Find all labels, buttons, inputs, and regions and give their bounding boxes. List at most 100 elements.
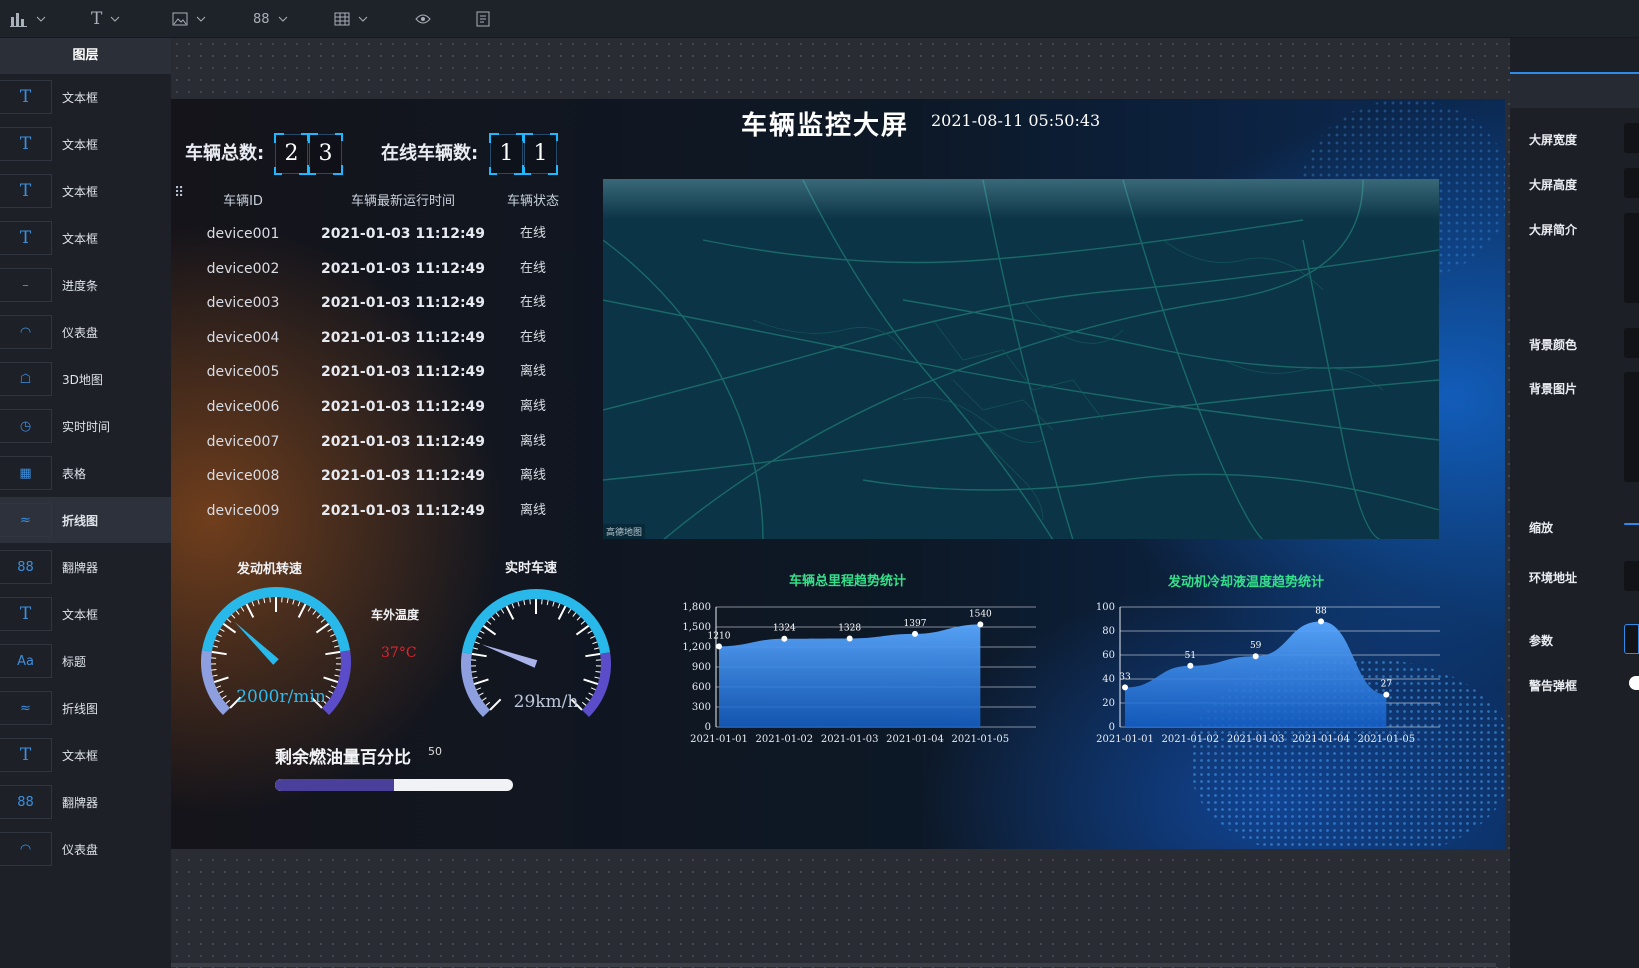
- chevron-down-icon: [278, 16, 287, 22]
- property-input[interactable]: [1624, 523, 1639, 525]
- table-cell: 2021-01-03 11:12:49: [320, 364, 486, 381]
- data-point[interactable]: [1122, 684, 1128, 691]
- speed-gauge-title: 实时车速: [505, 561, 558, 576]
- online-vehicles-label[interactable]: 在线车辆数:: [381, 139, 478, 165]
- gauge-minor-tick: [216, 633, 222, 637]
- table-cell: 在线: [519, 260, 546, 276]
- layer-item[interactable]: ◠ 仪表盘: [0, 309, 171, 355]
- layer-item[interactable]: Aa 标题: [0, 638, 171, 684]
- layer-item[interactable]: ▦ 表格: [0, 450, 171, 496]
- table-row[interactable]: device001 2021-01-03 11:12:49 在线: [183, 219, 593, 249]
- gauge-tick: [471, 652, 487, 658]
- data-point[interactable]: [781, 635, 788, 642]
- data-point[interactable]: [846, 635, 853, 642]
- layer-item[interactable]: ≈ 折线图: [0, 685, 171, 731]
- table-cell: 在线: [519, 329, 546, 345]
- 3d-map[interactable]: [603, 179, 1439, 539]
- property-input[interactable]: [1624, 168, 1639, 198]
- image-menu-button[interactable]: [172, 7, 206, 31]
- x-tick-label: 2021-01-01: [1096, 734, 1154, 745]
- gauge-minor-tick: [218, 690, 224, 694]
- y-tick-label: 20: [1102, 698, 1115, 709]
- property-input[interactable]: [1624, 624, 1639, 654]
- online-digit[interactable]: 1: [489, 133, 524, 175]
- table-menu-button[interactable]: [334, 7, 368, 31]
- table-row[interactable]: device004 2021-01-03 11:12:49 在线: [183, 323, 593, 353]
- layer-item[interactable]: T 文本框: [0, 74, 171, 120]
- layer-item-label: 折线图: [62, 513, 99, 528]
- fuel-progress-bar[interactable]: [275, 779, 513, 791]
- x-tick-label: 2021-01-01: [690, 734, 748, 745]
- y-tick-label: 1,200: [682, 642, 711, 653]
- property-input[interactable]: [1624, 372, 1639, 482]
- table-cell: device004: [206, 329, 280, 346]
- layer-item[interactable]: ◷ 实时时间: [0, 403, 171, 449]
- total-digit[interactable]: 2: [274, 133, 309, 175]
- layer-item[interactable]: ☖ 3D地图: [0, 356, 171, 402]
- y-tick-label: 0: [705, 722, 711, 733]
- data-label: 1210: [708, 631, 731, 641]
- property-input[interactable]: [1624, 328, 1639, 358]
- text-menu-button[interactable]: T: [91, 7, 120, 31]
- gauge-tick: [505, 605, 515, 620]
- layer-item[interactable]: T 文本框: [0, 168, 171, 214]
- table-row[interactable]: device002 2021-01-03 11:12:49 在线: [183, 254, 593, 284]
- data-point[interactable]: [1318, 618, 1325, 625]
- mileage-area-chart[interactable]: 03006009001,2001,5001,80012102021-01-011…: [671, 594, 1051, 754]
- flip-menu-button[interactable]: 88: [253, 7, 288, 31]
- gauge-tick: [473, 678, 489, 686]
- chart-menu-button[interactable]: [10, 7, 46, 31]
- total-vehicles-label[interactable]: 车辆总数:: [185, 139, 264, 165]
- table-row[interactable]: device005 2021-01-03 11:12:49 离线: [183, 357, 593, 387]
- coolant-area-chart[interactable]: 0 20 40 60 80 100 33 2021-01-01 51 2021-01-02 59 20…: [1076, 594, 1456, 754]
- text-icon: T: [0, 738, 52, 772]
- data-point[interactable]: [1252, 653, 1259, 660]
- horizontal-scrollbar[interactable]: [171, 963, 1496, 967]
- outside-temp-value[interactable]: 37°C: [381, 645, 417, 661]
- notes-button[interactable]: [476, 7, 490, 31]
- layer-item[interactable]: T 文本框: [0, 121, 171, 167]
- layer-item[interactable]: 88 翻牌器: [0, 779, 171, 825]
- layer-item[interactable]: ≈ 折线图: [0, 497, 171, 543]
- data-point[interactable]: [1187, 662, 1194, 669]
- data-point[interactable]: [912, 630, 919, 637]
- data-point[interactable]: [716, 643, 722, 650]
- layer-item[interactable]: T 文本框: [0, 732, 171, 778]
- online-digit[interactable]: 1: [523, 133, 558, 175]
- text-icon: T: [0, 597, 52, 631]
- property-input[interactable]: [1624, 123, 1639, 153]
- screen-title[interactable]: 车辆监控大屏: [741, 105, 909, 142]
- table-cell: 离线: [519, 364, 546, 380]
- layer-item[interactable]: ◠ 仪表盘: [0, 826, 171, 872]
- property-input[interactable]: [1624, 213, 1639, 303]
- gauge-minor-tick: [592, 641, 598, 645]
- table-row[interactable]: device006 2021-01-03 11:12:49 离线: [183, 392, 593, 422]
- gauge-minor-tick: [211, 669, 217, 671]
- total-digit[interactable]: 3: [308, 133, 343, 175]
- data-point[interactable]: [1383, 691, 1390, 698]
- realtime-clock[interactable]: 2021-08-11 05:50:43: [931, 111, 1100, 130]
- table-row[interactable]: device009 2021-01-03 11:12:49 离线: [183, 496, 593, 526]
- data-label: 1397: [904, 619, 927, 629]
- layer-item[interactable]: – 进度条: [0, 262, 171, 308]
- table-cell: 离线: [519, 468, 546, 484]
- warning-toggle[interactable]: [1629, 676, 1639, 690]
- layers-panel-title: 图层: [0, 38, 171, 74]
- layer-item-label: 文本框: [62, 748, 99, 763]
- gauge-minor-tick: [286, 598, 289, 604]
- chevron-down-icon: [110, 16, 120, 22]
- property-label: 警告弹框: [1529, 679, 1578, 693]
- table-row[interactable]: device008 2021-01-03 11:12:49 离线: [183, 461, 593, 491]
- layer-item[interactable]: T 文本框: [0, 215, 171, 261]
- dashboard-screen[interactable]: 车辆监控大屏 2021-08-11 05:50:43 车辆总数: 2 3 在线车…: [171, 99, 1505, 849]
- table-row[interactable]: device003 2021-01-03 11:12:49 在线: [183, 288, 593, 318]
- properties-tab-bar[interactable]: [1510, 72, 1639, 108]
- layer-item[interactable]: 88 翻牌器: [0, 544, 171, 590]
- gauge-tick: [585, 652, 601, 658]
- layer-item[interactable]: T 文本框: [0, 591, 171, 637]
- preview-button[interactable]: [415, 7, 431, 31]
- table-cell: 离线: [519, 433, 546, 449]
- table-row[interactable]: device007 2021-01-03 11:12:49 离线: [183, 427, 593, 457]
- data-point[interactable]: [977, 621, 984, 628]
- property-input[interactable]: [1624, 561, 1639, 591]
